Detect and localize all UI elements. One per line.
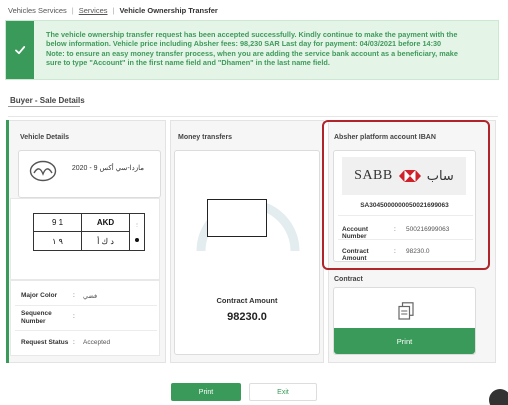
- alert-message: The vehicle ownership transfer request h…: [34, 21, 466, 79]
- contract-title: Contract: [334, 276, 363, 283]
- info-value: Accepted: [83, 339, 111, 346]
- gauge-value-box: [207, 199, 267, 237]
- alert-line: Note: to ensure an easy money transfer p…: [46, 48, 458, 58]
- bank-name-ar: ساب: [426, 168, 454, 184]
- info-key: Request Status: [21, 339, 69, 346]
- info-value: فضي: [83, 293, 98, 300]
- alert-line: sure to type "Account" in the first name…: [46, 58, 330, 68]
- iban-number: SA3045000000050021699063: [360, 202, 449, 209]
- breadcrumb-home[interactable]: Vehicles Services: [8, 6, 67, 15]
- info-key: Major Color: [21, 292, 58, 299]
- alert-line: The vehicle ownership transfer request h…: [46, 30, 458, 39]
- vehicle-name-card: مازدا-سي أكس 9 - 2020: [18, 150, 161, 198]
- plate-emblem-icon: ⋮: [135, 221, 139, 227]
- panel-accent: [6, 120, 9, 363]
- info-key: Sequence Number: [21, 310, 52, 325]
- row-divider: [338, 239, 473, 240]
- plate-dot-icon: [135, 238, 139, 243]
- section-divider: [8, 116, 498, 117]
- license-plate: 9 1 AKD ⋮ ٩ ١ د ك أ: [33, 213, 145, 251]
- bank-name-en: SABB: [354, 168, 393, 183]
- alert-line: below information. Vehicle price includi…: [46, 39, 442, 49]
- row-divider: [15, 330, 157, 331]
- plate-number-en: 9 1: [34, 214, 82, 232]
- iban-row-account: Account Number : 500216999063: [342, 226, 449, 240]
- floating-help-button[interactable]: [489, 389, 508, 405]
- check-icon: [6, 21, 34, 79]
- contract-amount-label: Contract Amount: [216, 296, 278, 305]
- print-button[interactable]: Print: [171, 383, 241, 401]
- iban-value: 500216999063: [406, 226, 450, 233]
- iban-row-amount: Contract Amount : 98230.0: [342, 248, 430, 262]
- info-colon: :: [73, 339, 75, 346]
- money-transfer-card: Contract Amount 98230.0: [174, 150, 320, 355]
- breadcrumb: Vehicles Services | Services | Vehicle O…: [8, 4, 218, 16]
- iban-key: Account Number: [342, 226, 368, 240]
- info-row-color: Major Color : فضي: [21, 292, 97, 300]
- bank-logo: SABB ساب: [342, 157, 466, 195]
- breadcrumb-separator: |: [112, 5, 115, 15]
- sabb-hexagon-icon: [398, 170, 421, 182]
- document-copy-icon: [398, 302, 414, 320]
- mazda-logo-icon: [29, 160, 57, 182]
- plate-letters-ar: د ك أ: [82, 232, 130, 250]
- info-colon: :: [73, 292, 75, 299]
- plate-card: 9 1 AKD ⋮ ٩ ١ د ك أ: [10, 198, 160, 280]
- plate-emblem: ⋮: [130, 214, 144, 250]
- exit-button[interactable]: Exit: [249, 383, 317, 401]
- plate-number-ar: ٩ ١: [34, 232, 82, 250]
- info-row-status: Request Status : Accepted: [21, 339, 110, 347]
- success-alert: The vehicle ownership transfer request h…: [5, 20, 499, 80]
- vehicle-details-title: Vehicle Details: [20, 134, 70, 141]
- section-underline: [8, 106, 80, 107]
- iban-title: Absher platform account IBAN: [334, 134, 436, 141]
- iban-colon: :: [394, 226, 396, 233]
- contract-print-button[interactable]: Print: [334, 328, 475, 354]
- vehicle-info-card: Major Color : فضي Sequence Number : Requ…: [10, 280, 160, 356]
- iban-card: SABB ساب SA3045000000050021699063 Accoun…: [333, 150, 476, 262]
- money-transfers-title: Money transfers: [178, 134, 233, 141]
- breadcrumb-current: Vehicle Ownership Transfer: [119, 5, 218, 15]
- info-colon: :: [73, 313, 75, 320]
- info-row-sequence: Sequence Number :: [21, 310, 83, 326]
- breadcrumb-separator: |: [71, 5, 74, 15]
- row-divider: [15, 305, 157, 306]
- iban-colon: :: [394, 248, 396, 255]
- iban-value: 98230.0: [406, 248, 430, 255]
- row-divider: [338, 215, 473, 216]
- vehicle-name: مازدا-سي أكس 9 - 2020: [71, 165, 144, 172]
- section-title: Buyer - Sale Details: [10, 96, 85, 105]
- contract-card: Print: [333, 287, 476, 355]
- contract-amount-value: 98230.0: [227, 311, 267, 323]
- plate-letters-en: AKD: [82, 214, 130, 232]
- iban-key: Contract Amount: [342, 248, 369, 262]
- breadcrumb-services[interactable]: Services: [79, 6, 108, 15]
